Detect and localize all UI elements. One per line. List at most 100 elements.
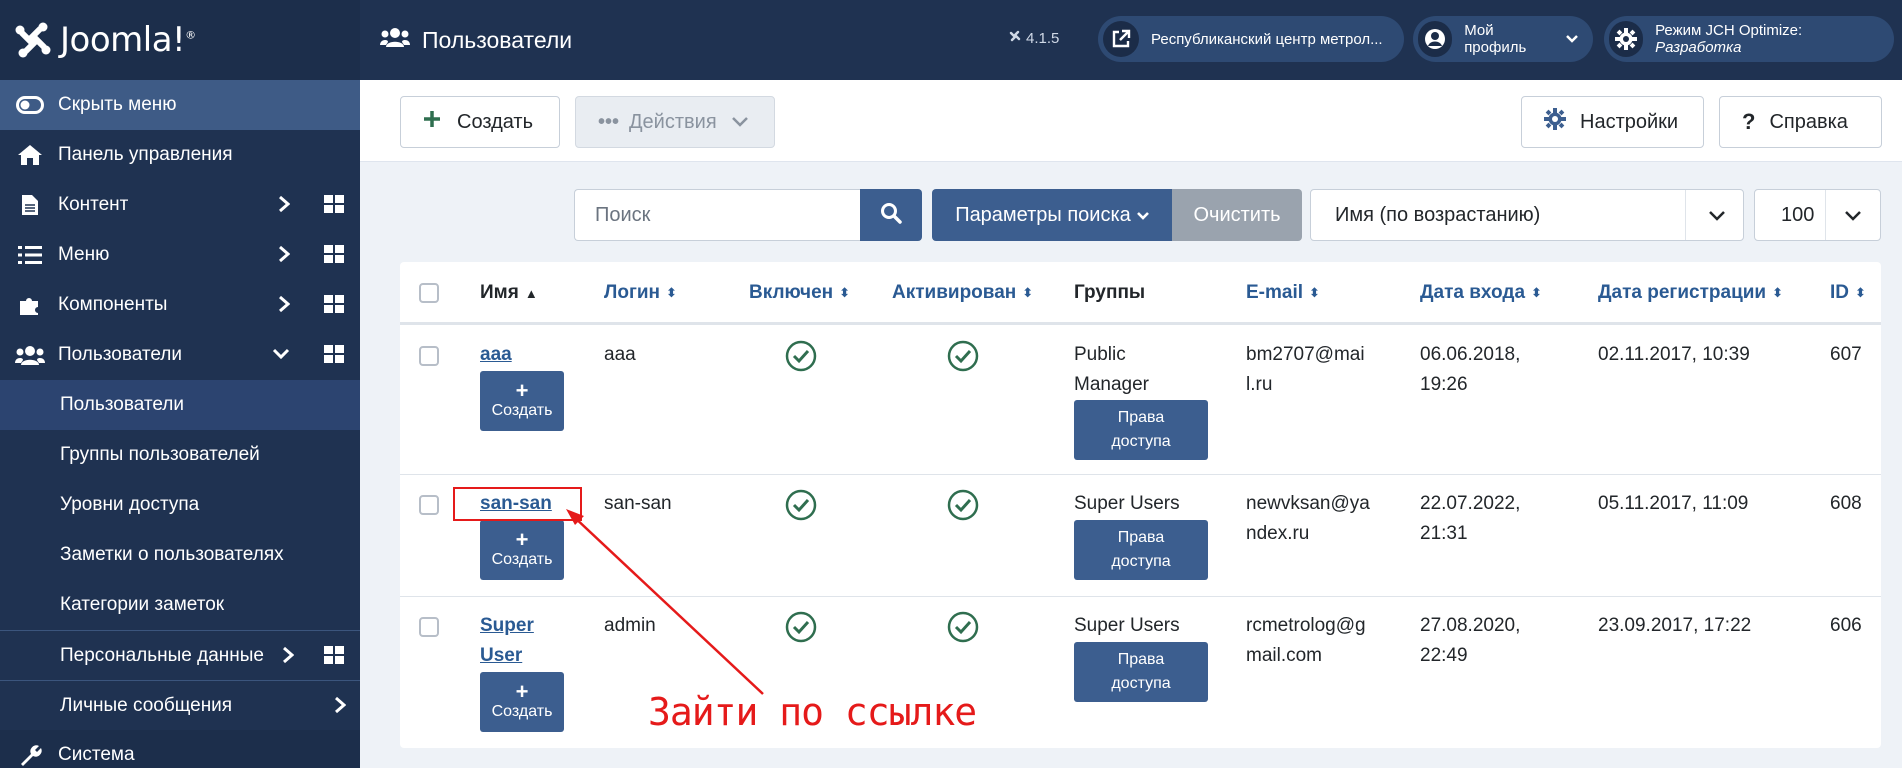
sidebar-subitem-label: Личные сообщения [60, 694, 233, 716]
joomla-version: 4.1.5 [1008, 29, 1059, 47]
annotation-text: Зайти по ссылке [648, 690, 977, 734]
user-name-link[interactable]: aaa [480, 340, 512, 370]
sidebar-item-content[interactable]: Контент [0, 180, 360, 230]
access-rights-button[interactable]: Права доступа [1074, 520, 1208, 580]
help-button[interactable]: ? Справка [1719, 96, 1882, 148]
email-cell: bm2707@mai l.ru [1246, 344, 1365, 395]
sort-icon: ⬍ [1531, 285, 1542, 300]
sidebar-subitem-note-categories[interactable]: Категории заметок [0, 580, 360, 630]
groups-cell: Public Manager [1074, 344, 1149, 395]
create-note-button[interactable]: + Создать [480, 520, 564, 580]
sidebar-subitem-label: Группы пользователей [60, 444, 260, 465]
toggle-icon [14, 93, 46, 117]
column-registered[interactable]: Дата регистрации ⬍ [1598, 262, 1783, 324]
search-options-button[interactable]: Параметры поиска [932, 189, 1172, 241]
sidebar-subitem-label: Персональные данные [60, 644, 264, 666]
row-checkbox[interactable] [419, 617, 439, 637]
create-note-button[interactable]: + Создать [480, 371, 564, 431]
joomla-logo-icon [14, 21, 52, 59]
column-last-visit[interactable]: Дата входа ⬍ [1420, 262, 1542, 324]
joomla-logo[interactable]: Joomla!® [0, 0, 360, 80]
sidebar-subitem-access-levels[interactable]: Уровни доступа [0, 480, 360, 530]
chevron-right-icon[interactable] [278, 295, 291, 319]
sidebar-subitem-label: Пользователи [60, 394, 185, 415]
options-button[interactable]: Настройки [1521, 96, 1704, 148]
login-cell: aaa [604, 344, 636, 365]
jch-optimize-mode[interactable]: Режим JCH Optimize: Разработка [1604, 16, 1894, 62]
enabled-check-icon[interactable] [785, 611, 817, 643]
sidebar-subitem-user-groups[interactable]: Группы пользователей [0, 430, 360, 480]
user-avatar-icon [1418, 21, 1453, 57]
user-name-link[interactable]: Super User [480, 611, 534, 671]
sidebar-subitem-user-notes[interactable]: Заметки о пользователях [0, 530, 360, 580]
enabled-check-icon[interactable] [785, 340, 817, 372]
sort-icon: ⬍ [1772, 285, 1784, 300]
dashboard-grid-icon[interactable] [324, 646, 344, 664]
annotation-highlight-box [453, 487, 582, 521]
column-id[interactable]: ID ⬍ [1830, 262, 1866, 324]
registered-cell: 02.11.2017, 10:39 [1598, 344, 1750, 365]
profile-menu[interactable]: Мой профиль [1413, 16, 1593, 62]
page-title: Пользователи [360, 26, 572, 54]
select-all-checkbox[interactable] [419, 283, 439, 303]
sidebar-item-label: Пользователи [58, 344, 183, 365]
create-button[interactable]: Создать [400, 96, 560, 148]
plus-icon: + [515, 378, 529, 403]
sidebar-item-dashboard[interactable]: Панель управления [0, 130, 360, 180]
toolbar: Создать ••• Действия Настройки ? Справка [360, 80, 1902, 162]
list-limit-select[interactable]: 100 [1754, 189, 1881, 241]
dashboard-grid-icon[interactable] [324, 295, 344, 313]
activated-check-icon[interactable] [947, 340, 979, 372]
row-checkbox[interactable] [419, 495, 439, 515]
registered-cell: 23.09.2017, 17:22 [1598, 615, 1752, 636]
activated-check-icon[interactable] [947, 611, 979, 643]
activated-check-icon[interactable] [947, 489, 979, 521]
column-enabled[interactable]: Включен ⬍ [749, 262, 850, 324]
plus-icon: + [515, 527, 529, 552]
ordering-select[interactable]: Имя (по возрастанию) [1310, 189, 1744, 241]
sort-icon: ⬍ [1022, 285, 1034, 300]
access-rights-button[interactable]: Права доступа [1074, 642, 1208, 702]
sidebar-item-users[interactable]: Пользователи [0, 330, 360, 380]
chevron-right-icon[interactable] [334, 696, 347, 720]
sidebar-subitem-users[interactable]: Пользователи [0, 380, 360, 430]
site-link[interactable]: Республиканский центр метрол... [1098, 16, 1404, 62]
last-visit-cell: 27.08.2020, 22:49 [1420, 615, 1521, 666]
chevron-down-icon [1707, 206, 1727, 232]
chevron-right-icon[interactable] [278, 245, 291, 269]
search-input[interactable]: Поиск [574, 189, 860, 241]
dashboard-grid-icon[interactable] [324, 245, 344, 263]
question-icon: ? [1742, 109, 1756, 134]
column-name[interactable]: Имя ▲ [480, 262, 538, 324]
sidebar-subitem-privacy[interactable]: Персональные данные [0, 630, 360, 680]
sidebar-item-system[interactable]: Система [0, 730, 360, 768]
groups-cell: Super Users [1074, 615, 1180, 636]
access-rights-button[interactable]: Права доступа [1074, 400, 1208, 460]
id-cell: 608 [1830, 493, 1862, 514]
create-note-button[interactable]: + Создать [480, 672, 564, 732]
row-checkbox[interactable] [419, 346, 439, 366]
clear-button[interactable]: Очистить [1172, 189, 1302, 241]
logo-text: Joomla!® [60, 20, 196, 60]
actions-dropdown[interactable]: ••• Действия [575, 96, 775, 148]
gear-icon [1609, 21, 1644, 57]
chevron-down-icon[interactable] [272, 345, 290, 369]
top-header: Пользователи 4.1.5 Республиканский центр… [360, 0, 1902, 80]
column-email[interactable]: E-mail ⬍ [1246, 262, 1320, 324]
last-visit-cell: 06.06.2018, 19:26 [1420, 344, 1521, 395]
column-login[interactable]: Логин ⬍ [604, 262, 677, 324]
column-activated[interactable]: Активирован ⬍ [892, 262, 1033, 324]
chevron-right-icon[interactable] [282, 646, 295, 670]
sidebar-subitem-messages[interactable]: Личные сообщения [0, 680, 360, 730]
search-button[interactable] [860, 189, 922, 241]
chevron-right-icon[interactable] [278, 195, 291, 219]
enabled-check-icon[interactable] [785, 489, 817, 521]
hide-menu-toggle[interactable]: Скрыть меню [0, 80, 360, 130]
sidebar: Joomla!® Скрыть меню Панель управления К… [0, 0, 360, 768]
dashboard-grid-icon[interactable] [324, 195, 344, 213]
dashboard-grid-icon[interactable] [324, 345, 344, 363]
sidebar-item-menus[interactable]: Меню [0, 230, 360, 280]
list-icon [14, 243, 46, 267]
sidebar-item-components[interactable]: Компоненты [0, 280, 360, 330]
profile-label: Мой профиль [1464, 22, 1527, 56]
